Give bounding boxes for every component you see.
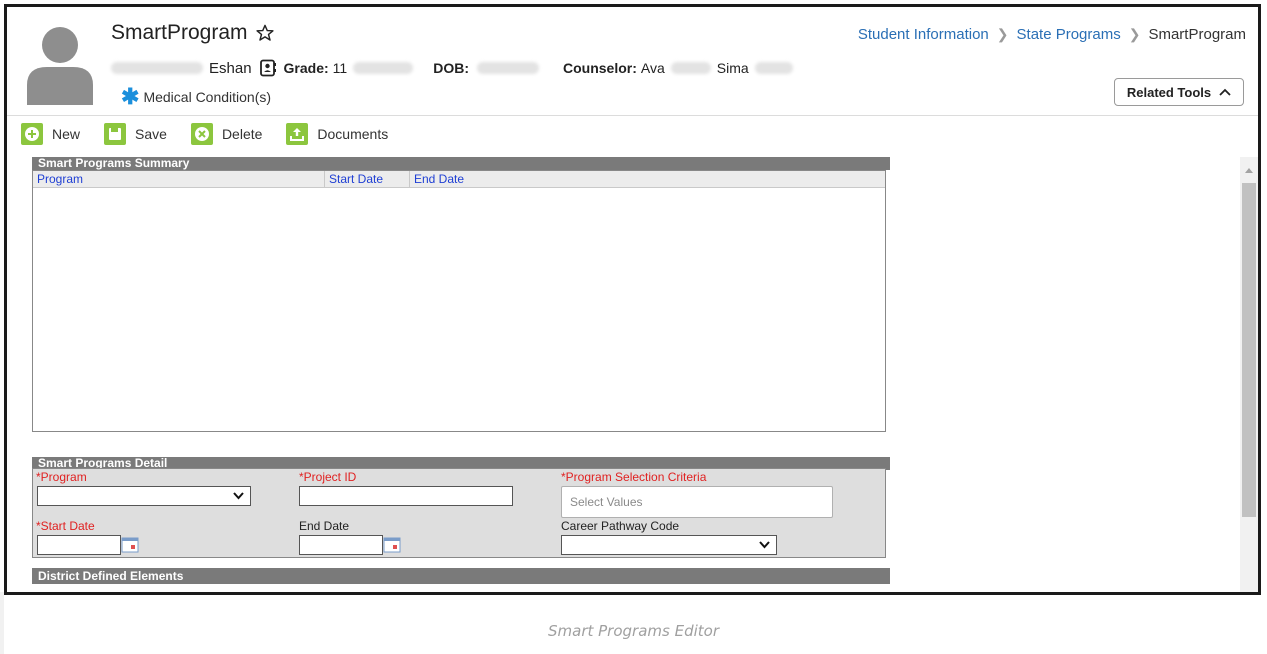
chevron-right-icon: ❯ <box>996 26 1009 42</box>
program-label: *Program <box>36 470 87 484</box>
breadcrumb-student-information[interactable]: Student Information <box>858 26 989 43</box>
save-button[interactable]: Save <box>104 123 167 145</box>
calendar-icon[interactable] <box>121 537 139 553</box>
page-title: SmartProgram <box>111 21 248 44</box>
new-label: New <box>52 126 81 142</box>
summary-table: Program Start Date End Date <box>32 170 886 432</box>
save-icon <box>104 123 127 145</box>
district-elements-header: District Defined Elements <box>32 568 890 584</box>
new-button[interactable]: New <box>21 123 80 145</box>
delete-button[interactable]: Delete <box>190 123 263 145</box>
related-tools-button[interactable]: Related Tools <box>1114 78 1244 106</box>
counselor-first-name: Ava <box>640 60 665 76</box>
calendar-icon[interactable] <box>383 537 401 553</box>
app-frame: SmartProgram Eshan Grade: 11 DOB: Counse… <box>4 4 1261 595</box>
selection-criteria-label: *Program Selection Criteria <box>561 470 707 484</box>
scroll-up-arrow-icon[interactable] <box>1240 163 1258 177</box>
start-date-input[interactable] <box>37 535 121 555</box>
action-toolbar: New Save Delete Documents <box>7 118 402 150</box>
selection-criteria-multiselect[interactable]: Select Values <box>561 486 833 518</box>
start-date-label: *Start Date <box>36 519 95 533</box>
summary-panel-header: Smart Programs Summary <box>32 157 890 170</box>
redacted-student-id <box>353 62 414 74</box>
project-id-input[interactable] <box>299 486 513 506</box>
vertical-scrollbar[interactable] <box>1240 157 1258 592</box>
chevron-right-icon: ❯ <box>1128 26 1141 42</box>
end-date-input[interactable] <box>299 535 383 555</box>
documents-label: Documents <box>317 126 389 142</box>
upload-icon <box>286 123 309 145</box>
chevron-down-icon <box>233 492 244 500</box>
related-tools-label: Related Tools <box>1126 84 1212 100</box>
student-info-row: Eshan Grade: 11 DOB: Counselor: Ava Sima <box>111 59 793 77</box>
medical-label: Medical Condition(s) <box>143 89 272 105</box>
column-header-program[interactable]: Program <box>33 171 325 187</box>
figure-caption: Smart Programs Editor <box>548 622 719 640</box>
chevron-down-icon <box>759 541 770 549</box>
chevron-up-icon <box>1219 88 1231 96</box>
breadcrumb-current: SmartProgram <box>1148 26 1246 43</box>
contact-card-icon[interactable] <box>259 59 277 77</box>
redacted-counselor-last <box>754 62 793 74</box>
student-first-name: Eshan <box>209 59 252 77</box>
save-label: Save <box>135 126 167 142</box>
program-select[interactable] <box>37 486 251 506</box>
redacted-counselor-name <box>670 62 711 74</box>
counselor-middle-name: Sima <box>716 60 749 76</box>
redacted-dob <box>477 62 539 74</box>
medical-asterisk-icon: ✱ <box>121 84 140 109</box>
project-id-label: *Project ID <box>299 470 357 484</box>
career-pathway-label: Career Pathway Code <box>561 519 680 533</box>
grade-value: 11 <box>332 60 348 76</box>
breadcrumb-state-programs[interactable]: State Programs <box>1017 26 1121 43</box>
medical-conditions-link[interactable]: ✱ Medical Condition(s) <box>121 84 272 109</box>
dob-label: DOB: <box>433 60 469 76</box>
avatar <box>27 27 93 105</box>
delete-icon <box>190 123 213 145</box>
delete-label: Delete <box>221 126 263 142</box>
redacted-last-name <box>111 62 203 74</box>
end-date-label: End Date <box>299 519 350 533</box>
scrollbar-thumb[interactable] <box>1242 183 1256 517</box>
detail-form: *Program *Project ID *Program Selection … <box>32 468 886 558</box>
column-header-end-date[interactable]: End Date <box>410 171 885 187</box>
student-header: SmartProgram Eshan Grade: 11 DOB: Counse… <box>7 7 1258 116</box>
breadcrumb: Student Information ❯ State Programs ❯ S… <box>858 26 1246 43</box>
star-icon[interactable] <box>255 24 274 42</box>
page-title-row: SmartProgram <box>111 21 274 45</box>
grade-label: Grade: <box>283 60 329 76</box>
column-header-start-date[interactable]: Start Date <box>325 171 410 187</box>
career-pathway-select[interactable] <box>561 535 777 555</box>
plus-icon <box>21 123 43 145</box>
counselor-label: Counselor: <box>563 60 637 76</box>
documents-button[interactable]: Documents <box>286 123 388 145</box>
summary-column-headers: Program Start Date End Date <box>33 171 885 188</box>
